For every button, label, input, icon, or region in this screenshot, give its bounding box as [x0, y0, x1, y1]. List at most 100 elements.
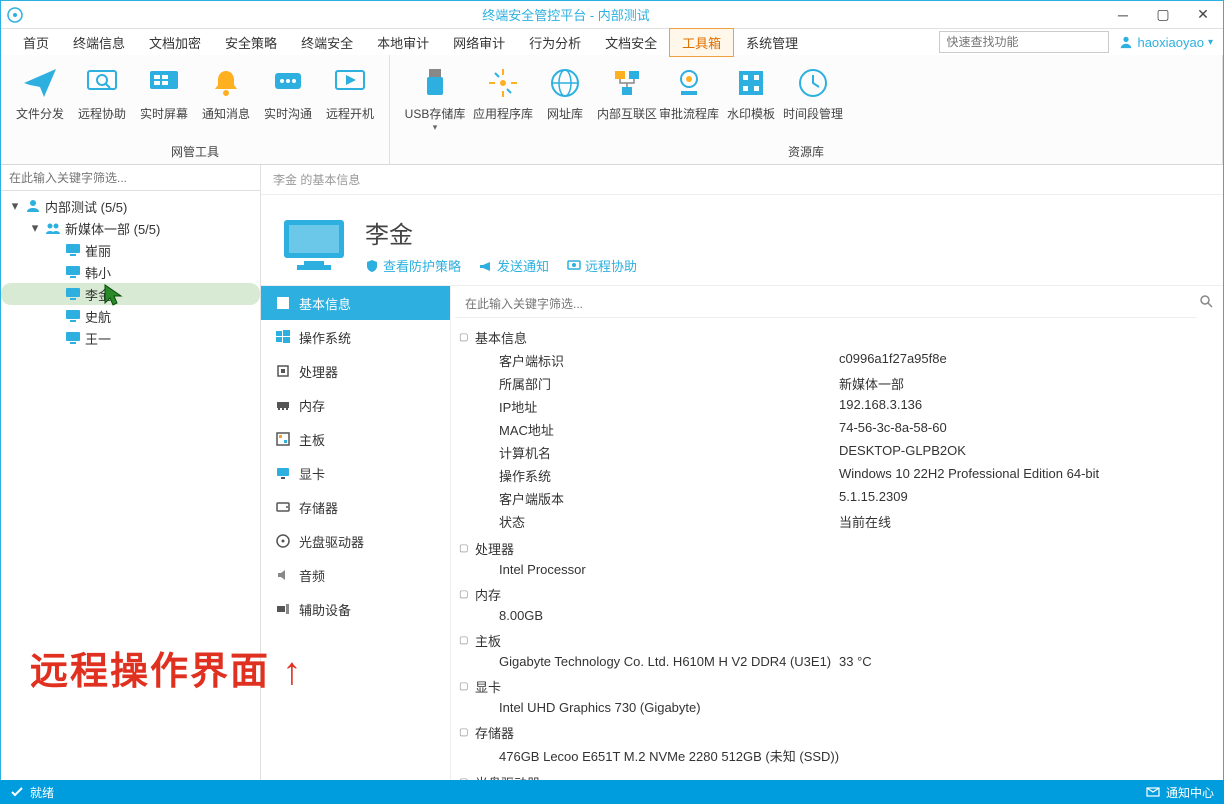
shield-icon — [365, 259, 379, 273]
hdd-icon — [275, 499, 291, 515]
tree-member[interactable]: 崔丽 — [1, 239, 260, 261]
compass-icon — [485, 65, 521, 101]
grid-template-icon — [733, 65, 769, 101]
ribbon-remote-assist[interactable]: 远程协助 — [71, 61, 133, 141]
device-icon — [275, 601, 291, 617]
ribbon-watermark[interactable]: 水印模板 — [720, 61, 782, 141]
detail-split: 基本信息 操作系统 处理器 内存 主板 显卡 存储器 光盘驱动器 音频 辅助设备 — [261, 286, 1223, 781]
user-badge[interactable]: haoxiaoyao ▾ — [1119, 35, 1213, 50]
ribbon-internal-zone[interactable]: 内部互联区 — [596, 61, 658, 141]
property-value: c0996a1f27a95f8e — [839, 351, 947, 370]
menu-terminal-security[interactable]: 终端安全 — [289, 29, 365, 56]
quick-search-input[interactable] — [939, 31, 1109, 53]
menu-security-policy[interactable]: 安全策略 — [213, 29, 289, 56]
cat-audio[interactable]: 音频 — [261, 558, 450, 592]
cat-optical[interactable]: 光盘驱动器 — [261, 524, 450, 558]
property-label: 操作系统 — [499, 466, 839, 485]
section-mb[interactable]: ▢主板 — [459, 629, 1215, 652]
mem-value: 8.00GB — [459, 606, 1215, 625]
category-list: 基本信息 操作系统 处理器 内存 主板 显卡 存储器 光盘驱动器 音频 辅助设备 — [261, 286, 451, 781]
property-row: 所属部门新媒体一部 — [459, 372, 1215, 395]
detail-filter-input[interactable] — [455, 290, 1197, 318]
menu-home[interactable]: 首页 — [11, 29, 61, 56]
menu-doc-encrypt[interactable]: 文档加密 — [137, 29, 213, 56]
section-cpu[interactable]: ▢处理器 — [459, 537, 1215, 560]
ribbon-group-label-nettools: 网管工具 — [9, 141, 381, 162]
menu-doc-security[interactable]: 文档安全 — [593, 29, 669, 56]
check-icon — [10, 785, 24, 799]
tree-group[interactable]: ▾新媒体一部 (5/5) — [1, 217, 260, 239]
action-view-policy[interactable]: 查看防护策略 — [365, 256, 461, 275]
ribbon-chat[interactable]: 实时沟通 — [257, 61, 319, 141]
user-icon — [1119, 35, 1133, 49]
cpu-icon — [275, 363, 291, 379]
ribbon-remote-power[interactable]: 远程开机 — [319, 61, 381, 141]
cat-storage[interactable]: 存储器 — [261, 490, 450, 524]
display-icon — [275, 465, 291, 481]
gpu-value: Intel UHD Graphics 730 (Gigabyte) — [459, 698, 1215, 717]
menubar: 首页 终端信息 文档加密 安全策略 终端安全 本地审计 网络审计 行为分析 文档… — [1, 29, 1223, 55]
ribbon-group-nettools: 文件分发 远程协助 实时屏幕 通知消息 实时沟通 远程开机 网管工具 — [1, 55, 390, 164]
maximize-button[interactable]: ▢ — [1143, 1, 1183, 29]
property-value: 5.1.15.2309 — [839, 489, 908, 508]
sidebar-filter-input[interactable] — [1, 165, 260, 191]
close-button[interactable]: ✕ — [1183, 1, 1223, 29]
ribbon-notify[interactable]: 通知消息 — [195, 61, 257, 141]
cat-basic[interactable]: 基本信息 — [261, 286, 450, 320]
ribbon-time-mgmt[interactable]: 时间段管理 — [782, 61, 844, 141]
property-label: MAC地址 — [499, 420, 839, 439]
cat-memory[interactable]: 内存 — [261, 388, 450, 422]
section-storage[interactable]: ▢存储器 — [459, 721, 1215, 744]
property-row: 操作系统Windows 10 22H2 Professional Edition… — [459, 464, 1215, 487]
cat-os[interactable]: 操作系统 — [261, 320, 450, 354]
property-value: Windows 10 22H2 Professional Edition 64-… — [839, 466, 1099, 485]
property-value: DESKTOP-GLPB2OK — [839, 443, 966, 462]
ribbon-usb-store[interactable]: USB存储库▾ — [398, 61, 472, 141]
property-row: 状态当前在线 — [459, 510, 1215, 533]
minimize-button[interactable]: ─ — [1103, 1, 1143, 29]
ribbon-approval-flow[interactable]: 审批流程库 — [658, 61, 720, 141]
menu-terminal-info[interactable]: 终端信息 — [61, 29, 137, 56]
ribbon-file-dist[interactable]: 文件分发 — [9, 61, 71, 141]
ribbon: 文件分发 远程协助 实时屏幕 通知消息 实时沟通 远程开机 网管工具 USB存储… — [1, 55, 1223, 165]
cat-motherboard[interactable]: 主板 — [261, 422, 450, 456]
ribbon-url-store[interactable]: 网址库 — [534, 61, 596, 141]
tree-root[interactable]: ▾内部测试 (5/5) — [1, 195, 260, 217]
pc-icon — [65, 243, 81, 257]
menu-toolbox[interactable]: 工具箱 — [669, 28, 734, 57]
tree-member[interactable]: 史航 — [1, 305, 260, 327]
remote-icon — [567, 259, 581, 273]
menu-behavior[interactable]: 行为分析 — [517, 29, 593, 56]
windows-icon — [275, 329, 291, 345]
breadcrumb: 李金 的基本信息 — [261, 165, 1223, 195]
tree-member[interactable]: 王一 — [1, 327, 260, 349]
monitor-search-icon — [84, 65, 120, 101]
detail-pane: ▢基本信息 客户端标识c0996a1f27a95f8e所属部门新媒体一部IP地址… — [451, 286, 1223, 781]
cat-aux[interactable]: 辅助设备 — [261, 592, 450, 626]
action-send-notify[interactable]: 发送通知 — [479, 256, 549, 275]
ribbon-app-store[interactable]: 应用程序库 — [472, 61, 534, 141]
section-mem[interactable]: ▢内存 — [459, 583, 1215, 606]
pc-icon — [65, 331, 81, 345]
menu-system-admin[interactable]: 系统管理 — [734, 29, 810, 56]
chat-icon — [270, 65, 306, 101]
section-basic[interactable]: ▢基本信息 — [459, 326, 1215, 349]
ribbon-live-screen[interactable]: 实时屏幕 — [133, 61, 195, 141]
search-icon[interactable] — [1199, 294, 1213, 308]
tree-member-selected[interactable]: 李金 — [1, 283, 260, 305]
menu-local-audit[interactable]: 本地审计 — [365, 29, 441, 56]
chevron-down-icon: ▾ — [1208, 37, 1213, 48]
notification-center[interactable]: 通知中心 — [1146, 784, 1214, 801]
menu-network-audit[interactable]: 网络审计 — [441, 29, 517, 56]
cat-gpu[interactable]: 显卡 — [261, 456, 450, 490]
app-icon — [7, 7, 23, 23]
memory-icon — [275, 397, 291, 413]
section-gpu[interactable]: ▢显卡 — [459, 675, 1215, 698]
ribbon-group-label-resources: 资源库 — [398, 141, 1214, 162]
mail-icon — [1146, 785, 1160, 799]
paper-plane-icon — [22, 65, 58, 101]
tree-member[interactable]: 韩小 — [1, 261, 260, 283]
bell-icon — [208, 65, 244, 101]
cat-cpu[interactable]: 处理器 — [261, 354, 450, 388]
action-remote-assist[interactable]: 远程协助 — [567, 256, 637, 275]
